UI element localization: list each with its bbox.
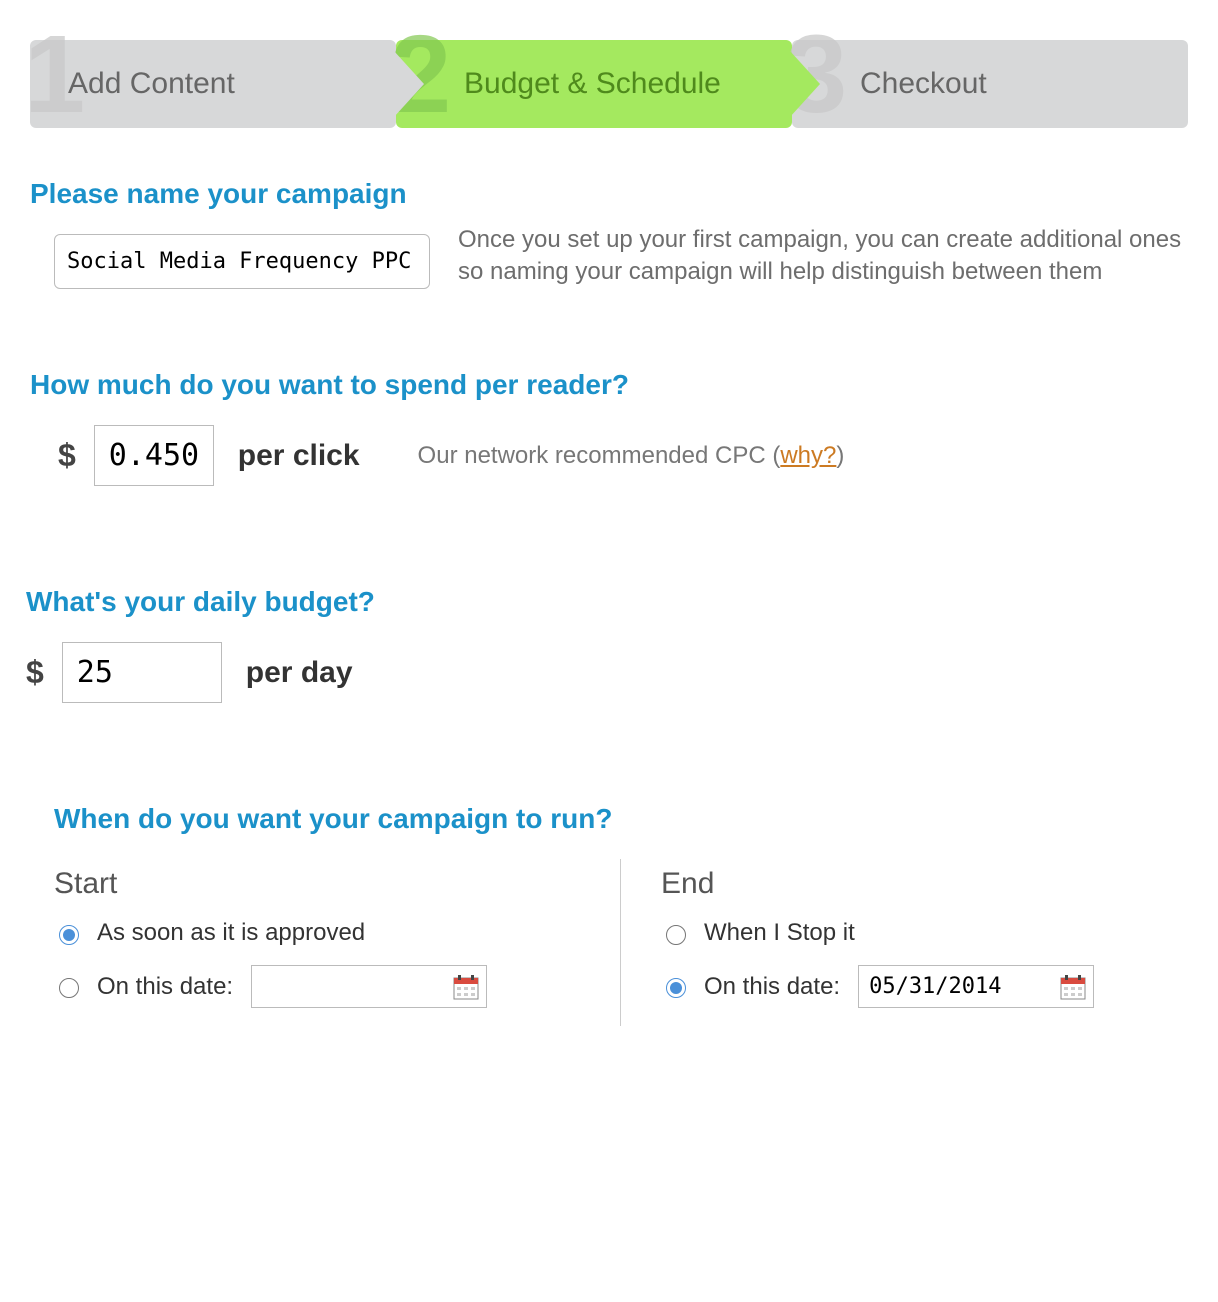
schedule-heading: When do you want your campaign to run?	[54, 803, 1188, 835]
end-date-input[interactable]	[858, 965, 1094, 1008]
budget-input[interactable]	[62, 642, 222, 703]
cpc-currency: $	[58, 437, 76, 474]
start-title: Start	[54, 867, 580, 901]
budget-heading: What's your daily budget?	[26, 586, 1188, 618]
step-label: Budget & Schedule	[464, 67, 721, 101]
start-radio-approved[interactable]	[59, 925, 79, 945]
start-option-date-label: On this date:	[97, 973, 233, 1001]
step-label: Add Content	[68, 67, 235, 101]
progress-stepper: 1 Add Content 2 Budget & Schedule 3 Chec…	[30, 40, 1188, 128]
end-title: End	[661, 867, 1188, 901]
step-label: Checkout	[860, 67, 987, 101]
cpc-input[interactable]	[94, 425, 214, 486]
step-add-content[interactable]: 1 Add Content	[30, 40, 396, 128]
start-option-approved[interactable]: As soon as it is approved	[54, 919, 580, 947]
end-option-date[interactable]: On this date:	[661, 965, 1188, 1008]
campaign-name-heading: Please name your campaign	[30, 178, 1188, 210]
step-checkout[interactable]: 3 Checkout	[792, 40, 1188, 128]
cpc-why-link[interactable]: why?	[780, 442, 836, 469]
schedule-end-col: End When I Stop it On this date:	[621, 859, 1188, 1026]
budget-unit: per day	[246, 656, 353, 690]
start-date-input[interactable]	[251, 965, 487, 1008]
campaign-name-input[interactable]	[54, 234, 430, 289]
schedule-start-col: Start As soon as it is approved On this …	[54, 859, 621, 1026]
end-radio-stop[interactable]	[666, 925, 686, 945]
budget-currency: $	[26, 654, 44, 691]
end-option-date-label: On this date:	[704, 973, 840, 1001]
start-option-date[interactable]: On this date:	[54, 965, 580, 1008]
start-radio-date[interactable]	[59, 978, 79, 998]
cpc-hint: Our network recommended CPC (why?)	[418, 442, 845, 470]
cpc-hint-prefix: Our network recommended CPC (	[418, 442, 781, 469]
campaign-name-help: Once you set up your first campaign, you…	[458, 224, 1188, 289]
step-budget-schedule[interactable]: 2 Budget & Schedule	[396, 40, 792, 128]
cpc-heading: How much do you want to spend per reader…	[30, 369, 1188, 401]
end-option-stop-label: When I Stop it	[704, 919, 855, 947]
cpc-hint-suffix: )	[836, 442, 844, 469]
cpc-unit: per click	[238, 439, 360, 473]
end-radio-date[interactable]	[666, 978, 686, 998]
end-option-stop[interactable]: When I Stop it	[661, 919, 1188, 947]
start-option-approved-label: As soon as it is approved	[97, 919, 365, 947]
